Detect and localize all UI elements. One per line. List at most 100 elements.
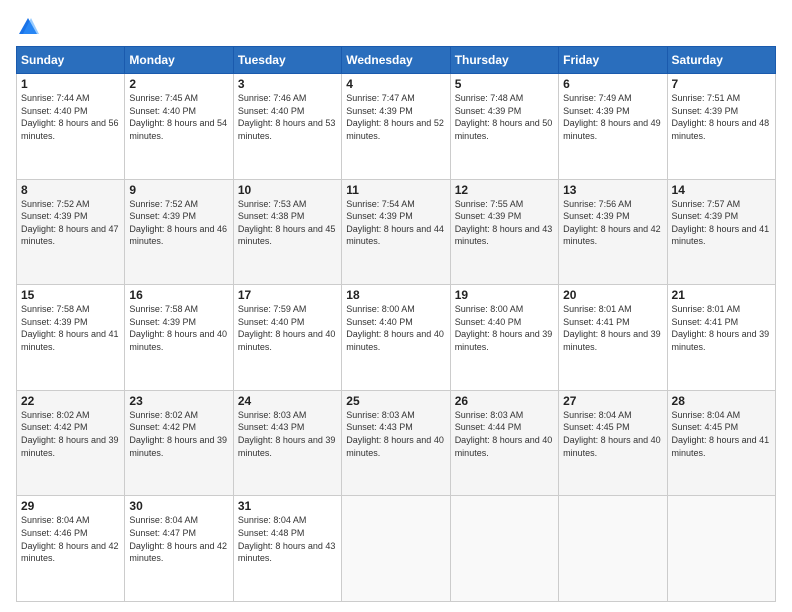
calendar-cell: 22Sunrise: 8:02 AMSunset: 4:42 PMDayligh… xyxy=(17,390,125,496)
day-number: 23 xyxy=(129,394,228,408)
cell-info: Sunrise: 8:03 AMSunset: 4:43 PMDaylight:… xyxy=(346,409,445,459)
cell-info: Sunrise: 8:04 AMSunset: 4:48 PMDaylight:… xyxy=(238,514,337,564)
logo-icon xyxy=(17,16,39,38)
cell-info: Sunrise: 7:47 AMSunset: 4:39 PMDaylight:… xyxy=(346,92,445,142)
cell-info: Sunrise: 7:51 AMSunset: 4:39 PMDaylight:… xyxy=(672,92,771,142)
day-header-tuesday: Tuesday xyxy=(233,47,341,74)
calendar-cell: 12Sunrise: 7:55 AMSunset: 4:39 PMDayligh… xyxy=(450,179,558,285)
day-number: 9 xyxy=(129,183,228,197)
cell-info: Sunrise: 7:46 AMSunset: 4:40 PMDaylight:… xyxy=(238,92,337,142)
day-number: 22 xyxy=(21,394,120,408)
calendar-cell: 11Sunrise: 7:54 AMSunset: 4:39 PMDayligh… xyxy=(342,179,450,285)
calendar-cell: 20Sunrise: 8:01 AMSunset: 4:41 PMDayligh… xyxy=(559,285,667,391)
cell-info: Sunrise: 8:03 AMSunset: 4:44 PMDaylight:… xyxy=(455,409,554,459)
calendar-cell: 2Sunrise: 7:45 AMSunset: 4:40 PMDaylight… xyxy=(125,74,233,180)
calendar-cell xyxy=(342,496,450,602)
calendar-cell: 24Sunrise: 8:03 AMSunset: 4:43 PMDayligh… xyxy=(233,390,341,496)
logo xyxy=(16,16,39,38)
day-number: 30 xyxy=(129,499,228,513)
day-number: 19 xyxy=(455,288,554,302)
calendar-cell: 15Sunrise: 7:58 AMSunset: 4:39 PMDayligh… xyxy=(17,285,125,391)
cell-info: Sunrise: 8:01 AMSunset: 4:41 PMDaylight:… xyxy=(672,303,771,353)
calendar-cell: 9Sunrise: 7:52 AMSunset: 4:39 PMDaylight… xyxy=(125,179,233,285)
day-number: 17 xyxy=(238,288,337,302)
calendar-cell xyxy=(667,496,775,602)
calendar-cell: 26Sunrise: 8:03 AMSunset: 4:44 PMDayligh… xyxy=(450,390,558,496)
day-header-monday: Monday xyxy=(125,47,233,74)
day-header-friday: Friday xyxy=(559,47,667,74)
day-number: 4 xyxy=(346,77,445,91)
day-header-saturday: Saturday xyxy=(667,47,775,74)
day-number: 27 xyxy=(563,394,662,408)
calendar-cell: 21Sunrise: 8:01 AMSunset: 4:41 PMDayligh… xyxy=(667,285,775,391)
day-number: 10 xyxy=(238,183,337,197)
calendar-cell: 30Sunrise: 8:04 AMSunset: 4:47 PMDayligh… xyxy=(125,496,233,602)
calendar-cell: 25Sunrise: 8:03 AMSunset: 4:43 PMDayligh… xyxy=(342,390,450,496)
day-number: 29 xyxy=(21,499,120,513)
calendar-cell: 13Sunrise: 7:56 AMSunset: 4:39 PMDayligh… xyxy=(559,179,667,285)
calendar-cell xyxy=(559,496,667,602)
cell-info: Sunrise: 8:00 AMSunset: 4:40 PMDaylight:… xyxy=(455,303,554,353)
calendar-cell: 7Sunrise: 7:51 AMSunset: 4:39 PMDaylight… xyxy=(667,74,775,180)
cell-info: Sunrise: 8:04 AMSunset: 4:45 PMDaylight:… xyxy=(563,409,662,459)
cell-info: Sunrise: 7:58 AMSunset: 4:39 PMDaylight:… xyxy=(129,303,228,353)
calendar-cell: 5Sunrise: 7:48 AMSunset: 4:39 PMDaylight… xyxy=(450,74,558,180)
calendar-cell: 29Sunrise: 8:04 AMSunset: 4:46 PMDayligh… xyxy=(17,496,125,602)
day-number: 20 xyxy=(563,288,662,302)
calendar-cell: 19Sunrise: 8:00 AMSunset: 4:40 PMDayligh… xyxy=(450,285,558,391)
cell-info: Sunrise: 7:56 AMSunset: 4:39 PMDaylight:… xyxy=(563,198,662,248)
cell-info: Sunrise: 8:00 AMSunset: 4:40 PMDaylight:… xyxy=(346,303,445,353)
page: SundayMondayTuesdayWednesdayThursdayFrid… xyxy=(0,0,792,612)
day-number: 2 xyxy=(129,77,228,91)
cell-info: Sunrise: 7:52 AMSunset: 4:39 PMDaylight:… xyxy=(21,198,120,248)
cell-info: Sunrise: 7:44 AMSunset: 4:40 PMDaylight:… xyxy=(21,92,120,142)
day-number: 14 xyxy=(672,183,771,197)
cell-info: Sunrise: 7:57 AMSunset: 4:39 PMDaylight:… xyxy=(672,198,771,248)
day-number: 28 xyxy=(672,394,771,408)
calendar-cell: 6Sunrise: 7:49 AMSunset: 4:39 PMDaylight… xyxy=(559,74,667,180)
day-number: 16 xyxy=(129,288,228,302)
calendar-cell xyxy=(450,496,558,602)
calendar-table: SundayMondayTuesdayWednesdayThursdayFrid… xyxy=(16,46,776,602)
cell-info: Sunrise: 8:02 AMSunset: 4:42 PMDaylight:… xyxy=(21,409,120,459)
day-header-wednesday: Wednesday xyxy=(342,47,450,74)
calendar-cell: 10Sunrise: 7:53 AMSunset: 4:38 PMDayligh… xyxy=(233,179,341,285)
day-header-thursday: Thursday xyxy=(450,47,558,74)
calendar-cell: 18Sunrise: 8:00 AMSunset: 4:40 PMDayligh… xyxy=(342,285,450,391)
cell-info: Sunrise: 8:04 AMSunset: 4:46 PMDaylight:… xyxy=(21,514,120,564)
cell-info: Sunrise: 8:01 AMSunset: 4:41 PMDaylight:… xyxy=(563,303,662,353)
day-number: 8 xyxy=(21,183,120,197)
day-number: 24 xyxy=(238,394,337,408)
day-number: 26 xyxy=(455,394,554,408)
calendar-cell: 28Sunrise: 8:04 AMSunset: 4:45 PMDayligh… xyxy=(667,390,775,496)
calendar-cell: 1Sunrise: 7:44 AMSunset: 4:40 PMDaylight… xyxy=(17,74,125,180)
calendar-cell: 4Sunrise: 7:47 AMSunset: 4:39 PMDaylight… xyxy=(342,74,450,180)
day-number: 7 xyxy=(672,77,771,91)
calendar-cell: 17Sunrise: 7:59 AMSunset: 4:40 PMDayligh… xyxy=(233,285,341,391)
cell-info: Sunrise: 8:04 AMSunset: 4:45 PMDaylight:… xyxy=(672,409,771,459)
header xyxy=(16,16,776,38)
day-header-sunday: Sunday xyxy=(17,47,125,74)
cell-info: Sunrise: 7:45 AMSunset: 4:40 PMDaylight:… xyxy=(129,92,228,142)
day-number: 15 xyxy=(21,288,120,302)
day-number: 25 xyxy=(346,394,445,408)
day-number: 21 xyxy=(672,288,771,302)
cell-info: Sunrise: 7:59 AMSunset: 4:40 PMDaylight:… xyxy=(238,303,337,353)
calendar-cell: 31Sunrise: 8:04 AMSunset: 4:48 PMDayligh… xyxy=(233,496,341,602)
day-number: 31 xyxy=(238,499,337,513)
cell-info: Sunrise: 8:02 AMSunset: 4:42 PMDaylight:… xyxy=(129,409,228,459)
calendar-cell: 27Sunrise: 8:04 AMSunset: 4:45 PMDayligh… xyxy=(559,390,667,496)
day-number: 6 xyxy=(563,77,662,91)
cell-info: Sunrise: 8:03 AMSunset: 4:43 PMDaylight:… xyxy=(238,409,337,459)
day-number: 3 xyxy=(238,77,337,91)
day-number: 11 xyxy=(346,183,445,197)
calendar-cell: 3Sunrise: 7:46 AMSunset: 4:40 PMDaylight… xyxy=(233,74,341,180)
day-number: 13 xyxy=(563,183,662,197)
calendar-cell: 16Sunrise: 7:58 AMSunset: 4:39 PMDayligh… xyxy=(125,285,233,391)
cell-info: Sunrise: 7:54 AMSunset: 4:39 PMDaylight:… xyxy=(346,198,445,248)
calendar-cell: 23Sunrise: 8:02 AMSunset: 4:42 PMDayligh… xyxy=(125,390,233,496)
calendar-cell: 14Sunrise: 7:57 AMSunset: 4:39 PMDayligh… xyxy=(667,179,775,285)
day-number: 12 xyxy=(455,183,554,197)
cell-info: Sunrise: 7:53 AMSunset: 4:38 PMDaylight:… xyxy=(238,198,337,248)
day-number: 5 xyxy=(455,77,554,91)
